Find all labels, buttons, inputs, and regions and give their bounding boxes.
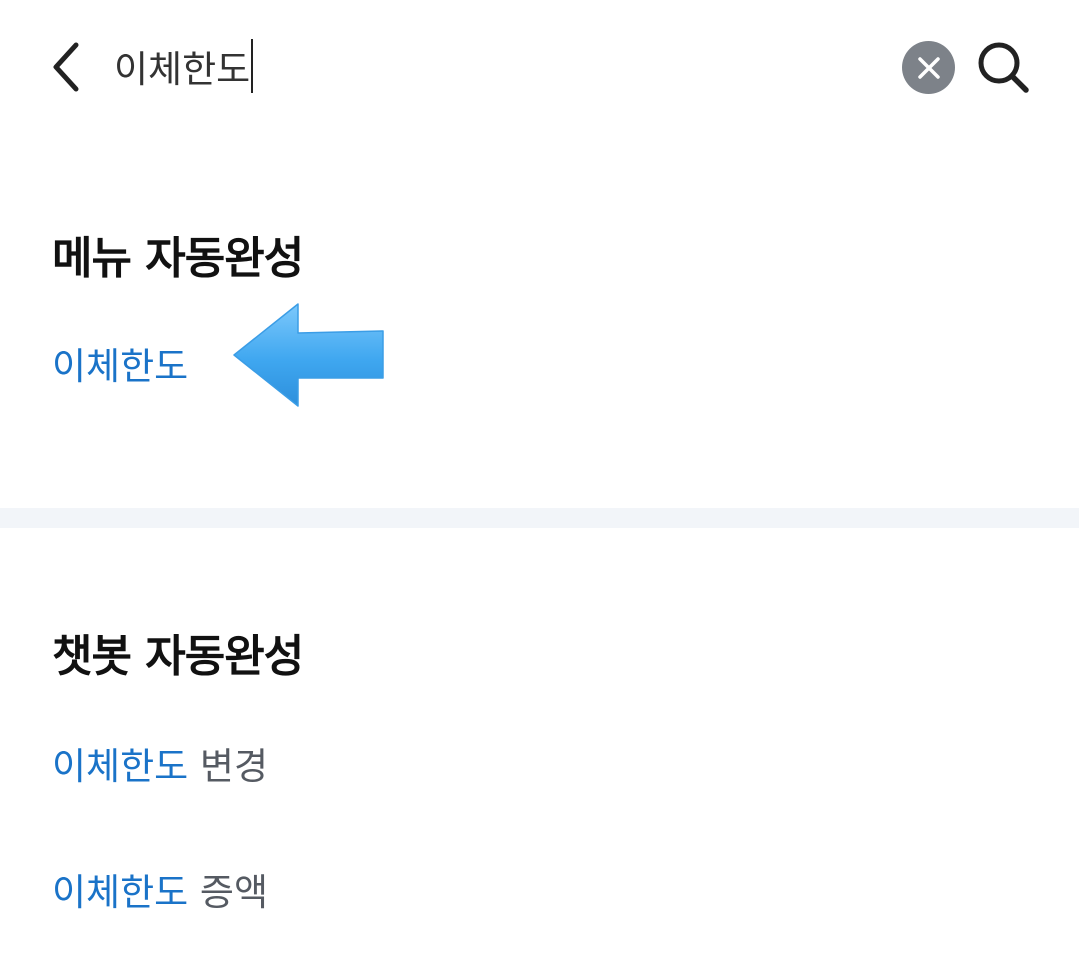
- clear-search-button[interactable]: [902, 41, 955, 94]
- chatbot-autocomplete-item[interactable]: 이체한도 변경: [52, 736, 268, 790]
- back-button[interactable]: [40, 38, 92, 96]
- search-button[interactable]: [974, 38, 1032, 96]
- matched-text: 이체한도: [52, 745, 189, 788]
- chatbot-autocomplete-title: 챗봇 자동완성: [52, 631, 304, 682]
- chatbot-autocomplete-item[interactable]: 이체한도 증액: [52, 862, 268, 916]
- search-input[interactable]: 이체한도: [114, 36, 754, 96]
- text-caret: [251, 39, 254, 93]
- close-icon: [917, 56, 940, 79]
- remaining-text: 변경: [188, 745, 269, 788]
- search-header: 이체한도: [0, 0, 1079, 135]
- matched-text: 이체한도: [52, 871, 189, 914]
- search-icon: [978, 42, 1029, 93]
- section-divider: [0, 508, 1079, 528]
- search-input-value: 이체한도: [114, 48, 251, 91]
- menu-autocomplete-title: 메뉴 자동완성: [52, 233, 304, 284]
- matched-text: 이체한도: [52, 345, 189, 388]
- pointer-arrow-icon: [233, 303, 384, 407]
- menu-autocomplete-item[interactable]: 이체한도: [52, 336, 188, 390]
- chevron-left-icon: [53, 42, 79, 92]
- remaining-text: 증액: [188, 871, 269, 914]
